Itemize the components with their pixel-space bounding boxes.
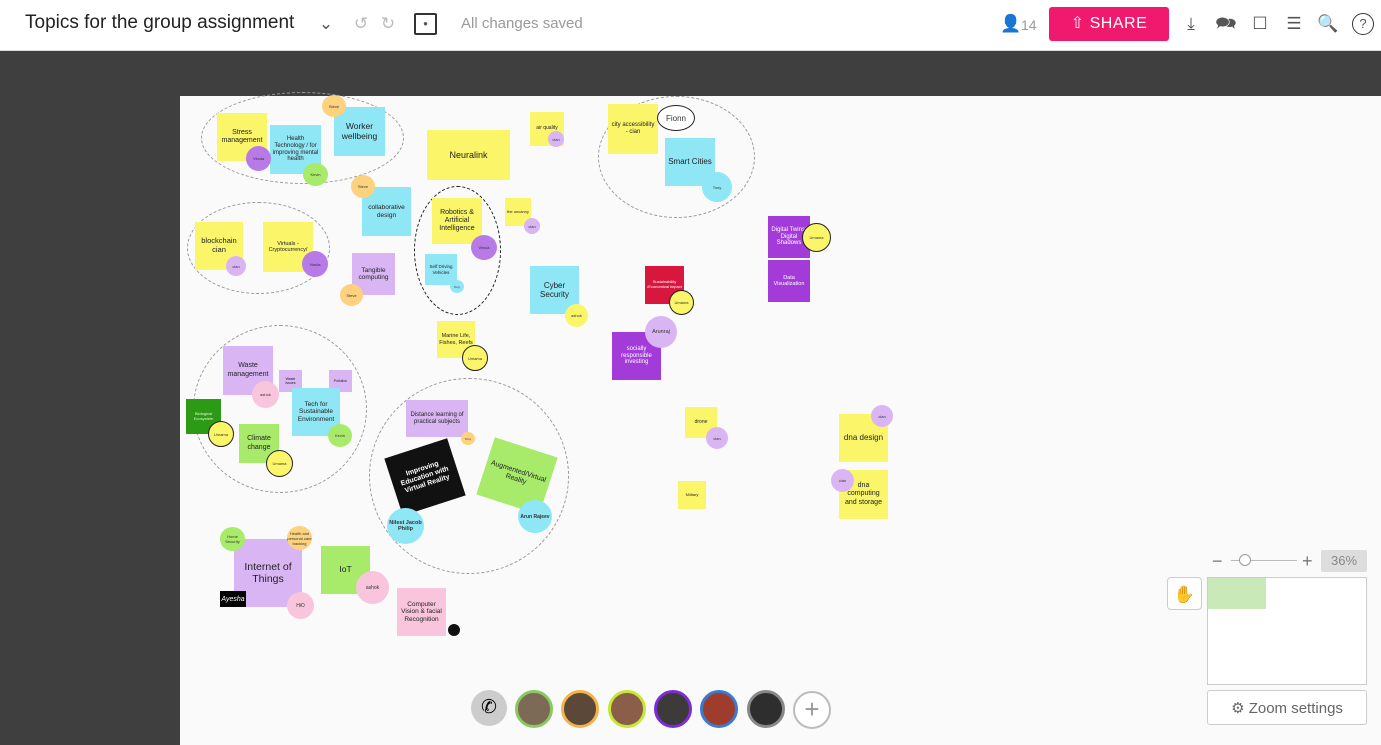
focus-frame-icon[interactable]: ●: [414, 13, 437, 35]
user-dot[interactable]: Vinula: [246, 146, 271, 171]
sticky-note[interactable]: Data Visualization: [768, 260, 810, 302]
sticky-note[interactable]: Computer Vision & facial Recognition: [397, 588, 446, 636]
zoom-out-icon[interactable]: −: [1212, 551, 1223, 572]
comment-icon[interactable]: ☐: [1248, 12, 1272, 36]
user-icon[interactable]: 👤: [1000, 12, 1021, 36]
minimap-viewport[interactable]: [1208, 578, 1266, 609]
share-button[interactable]: ⇧ SHARE: [1049, 7, 1169, 41]
user-dot[interactable]: Steve: [322, 95, 346, 117]
user-dot[interactable]: Kevin: [328, 424, 352, 447]
user-dot[interactable]: Umama: [802, 223, 831, 252]
user-dot[interactable]: cian: [871, 405, 893, 427]
top-bar: Topics for the group assignment ⌄ ↺ ↻ ● …: [0, 0, 1381, 51]
user-dot[interactable]: cian: [548, 131, 564, 147]
zoom-slider-handle[interactable]: [1239, 554, 1251, 566]
redo-icon[interactable]: ↻: [378, 12, 398, 36]
user-label[interactable]: Ayesha: [220, 591, 246, 607]
user-dot[interactable]: Vinula: [471, 235, 497, 260]
undo-icon[interactable]: ↺: [351, 12, 371, 36]
user-dot[interactable]: cian: [706, 427, 728, 449]
save-status: All changes saved: [461, 15, 583, 32]
avatar[interactable]: [561, 690, 599, 728]
user-count: 14: [1021, 17, 1037, 33]
help-icon[interactable]: ?: [1352, 13, 1374, 35]
pan-tool-button[interactable]: ✋: [1167, 577, 1202, 610]
avatar[interactable]: [700, 690, 738, 728]
user-dot[interactable]: Umama: [208, 421, 234, 447]
user-dot[interactable]: Nilest Jacob Philip: [387, 508, 424, 544]
user-dot[interactable]: Steve: [351, 175, 375, 198]
sticky-note[interactable]: Military: [678, 481, 706, 509]
user-dot[interactable]: Umama: [669, 290, 694, 315]
zoom-settings-button[interactable]: ⚙ Zoom settings: [1207, 690, 1367, 725]
avatar[interactable]: [515, 690, 553, 728]
chevron-down-icon[interactable]: ⌄: [318, 12, 334, 36]
minimap[interactable]: [1207, 577, 1367, 685]
user-dot[interactable]: Arunraj: [645, 316, 677, 348]
user-dot[interactable]: Tony: [461, 432, 475, 445]
board-title[interactable]: Topics for the group assignment: [25, 12, 294, 34]
plus-icon: +: [804, 694, 820, 724]
user-dot[interactable]: cian: [831, 469, 854, 492]
user-dot[interactable]: Arun Rajeev: [518, 500, 552, 533]
download-icon[interactable]: ⤓: [1180, 12, 1202, 36]
avatar[interactable]: [654, 690, 692, 728]
sticky-note[interactable]: Distance learning of practical subjects: [406, 400, 468, 437]
user-dot[interactable]: Umama: [462, 345, 488, 371]
zoom-level[interactable]: 36%: [1321, 550, 1367, 572]
user-dot[interactable]: ashok: [565, 304, 588, 327]
phone-icon: ✆: [481, 697, 497, 718]
user-dot[interactable]: Steve: [340, 284, 363, 306]
zoom-in-icon[interactable]: +: [1302, 551, 1313, 572]
user-dot[interactable]: Vinula: [302, 251, 328, 277]
add-participant-button[interactable]: +: [793, 691, 831, 729]
search-icon[interactable]: 🔍: [1316, 12, 1340, 36]
user-dot[interactable]: cian: [524, 218, 540, 234]
hand-icon: ✋: [1173, 585, 1196, 604]
gear-icon: ⚙: [1231, 700, 1245, 717]
user-dot[interactable]: Tony: [450, 280, 464, 293]
user-dot[interactable]: Umama: [266, 450, 293, 477]
call-button[interactable]: ✆: [471, 690, 507, 726]
sticky-note[interactable]: city accessibility - cian: [608, 104, 658, 154]
history-icon[interactable]: ☰: [1282, 12, 1306, 36]
chat-icon[interactable]: 🗪: [1213, 12, 1239, 36]
user-dot[interactable]: ashok: [252, 381, 279, 408]
avatar[interactable]: [747, 690, 785, 728]
upload-icon: ⇧: [1070, 15, 1085, 32]
user-dot[interactable]: ashok: [356, 571, 389, 604]
user-dot[interactable]: Health and personal care tracking: [287, 526, 312, 550]
user-dot[interactable]: HiO: [287, 592, 314, 619]
sticky-note[interactable]: Neuralink: [427, 130, 510, 180]
user-dot[interactable]: Home Security: [220, 527, 245, 551]
user-label[interactable]: Fionn: [657, 105, 695, 131]
avatar[interactable]: [608, 690, 646, 728]
user-dot[interactable]: Tony: [702, 172, 732, 202]
user-dot[interactable]: Kevin: [303, 163, 328, 186]
user-dot[interactable]: Ravi: [448, 624, 460, 636]
user-dot[interactable]: cian: [226, 256, 246, 276]
